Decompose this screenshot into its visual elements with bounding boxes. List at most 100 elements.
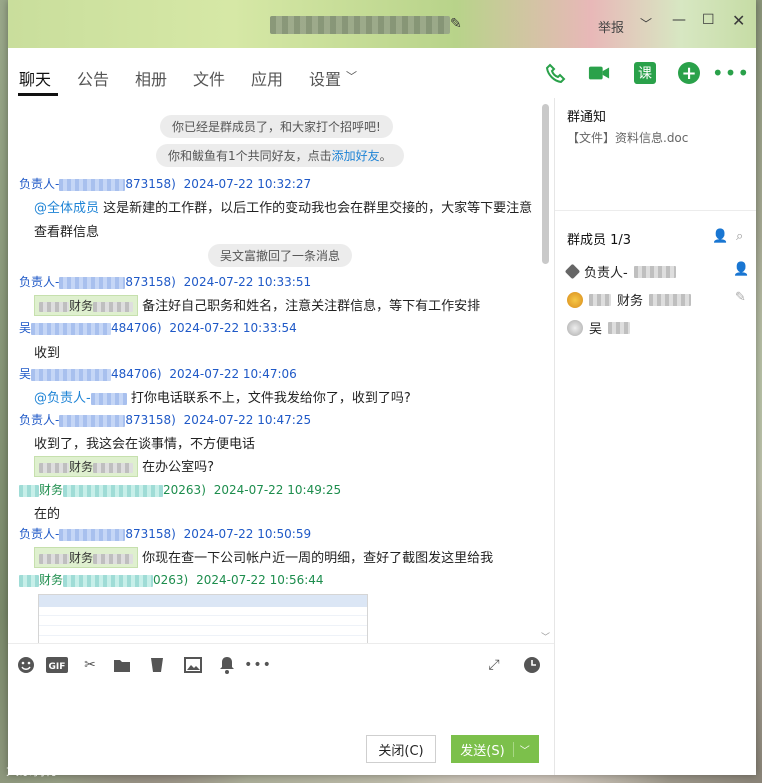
message-sender[interactable]: 财务 20263) 2024-07-22 10:49:25: [19, 481, 341, 498]
tab-bar: 聊天 公告 相册 文件 应用 设置 ﹀ 课 + •••: [8, 48, 756, 99]
member-item[interactable]: 负责人-: [564, 262, 676, 281]
more-icon[interactable]: •••: [712, 61, 749, 85]
message-sender[interactable]: 负责人- 873158) 2024-07-22 10:32:27: [19, 175, 311, 192]
group-notice-file[interactable]: 【文件】资料信息.doc: [567, 129, 688, 146]
mention-tag[interactable]: 财务: [34, 295, 139, 316]
message-body: 打你电话联系不上，文件我发给你了，收到了吗?: [126, 391, 411, 406]
redacted-name: [93, 462, 134, 473]
mention-tag-label: 财务: [69, 460, 94, 474]
system-message: 你已经是群成员了，和大家打个招呼吧!: [160, 115, 393, 138]
member-item[interactable]: 吴: [567, 318, 631, 337]
folder-icon[interactable]: [112, 655, 132, 675]
search-member-icon[interactable]: ⌕: [736, 229, 743, 244]
mention-tag[interactable]: 财务: [34, 547, 139, 568]
redacted-name: [633, 265, 676, 278]
message-input[interactable]: [8, 685, 554, 735]
redacted-id: [31, 322, 112, 335]
redacted-name: [19, 484, 39, 497]
message-sender[interactable]: 吴 484706) 2024-07-22 10:33:54: [19, 319, 297, 336]
bell-icon[interactable]: [217, 655, 237, 675]
send-button-label: 发送(S): [460, 743, 505, 759]
mention-tag-label: 财务: [69, 299, 94, 313]
message-time: 2024-07-22 10:47:25: [183, 413, 312, 427]
mention-all[interactable]: @全体成员: [34, 201, 99, 216]
add-member-icon[interactable]: 👤: [712, 229, 728, 244]
system-message-text: 。: [379, 149, 392, 163]
send-options-chevron-icon[interactable]: ﹀: [512, 741, 530, 757]
member-name: 财务: [617, 294, 644, 309]
avatar: [567, 319, 583, 336]
add-friend-link[interactable]: 添加好友: [332, 149, 380, 163]
message-text: @全体成员 这是新建的工作群，以后工作的变动我也会在群里交接的，大家等下要注意: [34, 197, 532, 216]
sender-id: 20263): [163, 483, 206, 497]
tab-chat[interactable]: 聊天: [19, 66, 51, 90]
more-tools-icon[interactable]: •••: [244, 655, 271, 675]
sender-name: 财务: [39, 573, 64, 587]
message-time: 2024-07-22 10:49:25: [213, 483, 342, 497]
close-button[interactable]: 关闭(C): [366, 735, 436, 763]
mention-user[interactable]: @负责人-: [34, 391, 91, 406]
tab-apps[interactable]: 应用: [251, 66, 283, 90]
message-text: 收到了，我这会在谈事情，不方便电话: [34, 437, 256, 452]
sender-id: 484706): [111, 367, 162, 381]
report-button[interactable]: 举报: [598, 17, 624, 36]
video-call-icon[interactable]: [588, 62, 610, 84]
sender-id: 873158): [125, 527, 176, 541]
edit-icon[interactable]: ✎: [735, 290, 746, 305]
chevron-down-icon[interactable]: ﹀: [640, 15, 652, 32]
mention-tag-label: 财务: [69, 551, 94, 565]
member-item[interactable]: 财务: [567, 290, 692, 309]
message-text: 收到: [34, 346, 61, 361]
redacted-name: [19, 574, 39, 587]
send-button[interactable]: 发送(S) ﹀: [451, 735, 539, 763]
settings-chevron-icon[interactable]: ﹀: [346, 68, 357, 84]
add-app-icon[interactable]: +: [678, 62, 700, 84]
scroll-down-icon[interactable]: ﹀: [541, 630, 550, 643]
message-sender[interactable]: 负责人- 873158) 2024-07-22 10:33:51: [19, 273, 311, 290]
chat-history[interactable]: 你已经是群成员了，和大家打个招呼吧! 你和鲅鱼有1个共同好友，点击添加好友。 负…: [8, 98, 554, 643]
screenshot-image[interactable]: [38, 594, 368, 643]
members-title: 群成员 1/3: [567, 233, 632, 248]
tab-announcement[interactable]: 公告: [77, 66, 109, 90]
edit-title-icon[interactable]: ✎: [450, 16, 462, 32]
image-icon[interactable]: [183, 655, 203, 675]
chat-scrollbar[interactable]: [542, 104, 549, 264]
tab-settings[interactable]: 设置: [309, 66, 341, 90]
active-tab-indicator: [18, 93, 58, 96]
redacted-name: [39, 301, 69, 312]
course-icon[interactable]: 课: [634, 62, 656, 84]
message-time: 2024-07-22 10:47:06: [169, 367, 297, 381]
message-sender[interactable]: 吴 484706) 2024-07-22 10:47:06: [19, 365, 297, 382]
redacted-name: [90, 392, 127, 405]
group-chat-window: ✎ 举报 ﹀ — ☐ ✕ 聊天 公告 相册 文件 应用 设置 ﹀ 课 + •••…: [8, 0, 756, 775]
message-sender[interactable]: 财务 0263) 2024-07-22 10:56:44: [19, 571, 324, 588]
avatar: [564, 263, 581, 280]
emoji-icon[interactable]: [16, 655, 36, 675]
mention-tag[interactable]: 财务: [34, 456, 139, 477]
redacted-name: [608, 321, 631, 334]
message-sender[interactable]: 负责人- 873158) 2024-07-22 10:47:25: [19, 411, 311, 428]
close-icon[interactable]: ✕: [732, 11, 745, 30]
watermark: 大象骑行: [6, 764, 59, 779]
gif-icon[interactable]: GIF: [46, 655, 68, 675]
sender-name: 吴: [19, 321, 32, 335]
redacted-name: [649, 293, 692, 306]
minimize-icon[interactable]: —: [672, 12, 686, 28]
music-icon[interactable]: [146, 655, 166, 675]
history-clock-icon[interactable]: [522, 655, 542, 675]
tab-album[interactable]: 相册: [135, 66, 167, 90]
redacted-name: [93, 301, 134, 312]
expand-icon[interactable]: ⤢: [484, 655, 504, 675]
system-message-friend: 你和鲅鱼有1个共同好友，点击添加好友。: [156, 144, 404, 167]
tab-files[interactable]: 文件: [193, 66, 225, 90]
voice-call-icon[interactable]: [545, 62, 567, 84]
divider: [555, 210, 756, 211]
maximize-icon[interactable]: ☐: [702, 12, 715, 28]
input-toolbar: GIF ✂ ••• ⤢: [8, 643, 554, 686]
message-time: 2024-07-22 10:33:54: [169, 321, 297, 335]
screenshot-scissors-icon[interactable]: ✂: [80, 655, 100, 675]
side-panel: 群通知 【文件】资料信息.doc 群成员 1/3 👤 ⌕ 负责人- 👤 财务 ✎…: [554, 98, 756, 775]
group-notice-title: 群通知: [567, 110, 607, 125]
message-sender[interactable]: 负责人- 873158) 2024-07-22 10:50:59: [19, 525, 311, 542]
message-time: 2024-07-22 10:32:27: [183, 177, 312, 191]
